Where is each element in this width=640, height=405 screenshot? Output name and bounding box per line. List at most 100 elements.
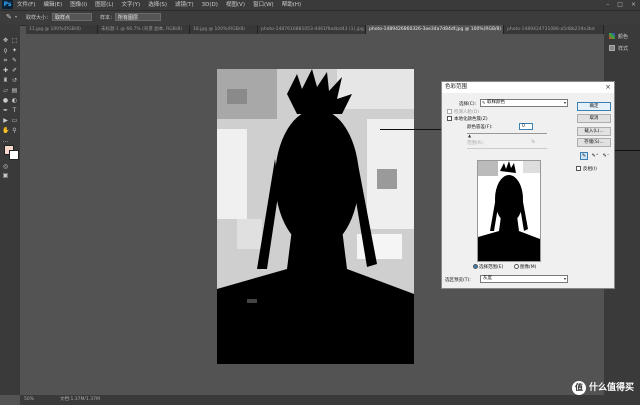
gradient-tool-icon[interactable]: ▤ (11, 87, 18, 94)
eyedropper-icon[interactable]: ✎ (11, 57, 18, 64)
fuzziness-input[interactable]: 0 (519, 123, 533, 130)
selection-radio[interactable] (473, 264, 478, 269)
move-tool-icon[interactable]: ✥ (2, 37, 9, 44)
zoom-level[interactable]: 50% (24, 395, 34, 405)
image-radio[interactable] (514, 264, 519, 269)
lasso-tool-icon[interactable]: ϙ (2, 47, 9, 54)
menu-file[interactable]: 文件(F) (17, 0, 35, 10)
ok-button[interactable]: 确定 (577, 102, 611, 111)
zoom-tool-icon[interactable]: ⚲ (11, 127, 18, 134)
tab-document-active[interactable]: photo-1489426860326-3ae34a7d84df.jpg @ 1… (366, 25, 504, 34)
eraser-tool-icon[interactable]: ▱ (2, 87, 9, 94)
styles-label[interactable]: 样式 (618, 45, 628, 52)
detect-faces-checkbox[interactable] (447, 109, 452, 114)
tab-document[interactable]: photo-1489424731086-a5d8b219a3bd (504, 25, 604, 34)
more-tools-icon[interactable]: … (2, 137, 9, 144)
silhouette-image (217, 69, 414, 364)
document-tab-bar: 11.jpg @ 100%(RGB/8) 未标题-1 @ 66.7% (背景 副… (26, 25, 604, 34)
tab-document[interactable]: 18.jpg @ 100%(RGB/8) (190, 25, 258, 34)
minimize-button[interactable]: – (606, 0, 609, 10)
range-label: 范围(R): (467, 141, 485, 146)
slider-handle-icon[interactable]: ▲ (468, 133, 471, 138)
selection-preview (477, 160, 541, 262)
screen-mode-icon[interactable]: ▣ (2, 172, 9, 179)
preview-mode-select[interactable]: 灰度 ▾ (480, 275, 568, 283)
select-dropdown[interactable]: ✎ 取样颜色 ▾ (480, 99, 568, 107)
localized-checkbox[interactable] (447, 116, 452, 121)
sample-layers-select[interactable]: 所有图层 (115, 13, 161, 21)
shape-tool-icon[interactable]: ▭ (11, 117, 18, 124)
blur-tool-icon[interactable]: ● (2, 97, 9, 104)
type-tool-icon[interactable]: T (11, 107, 18, 114)
menu-help[interactable]: 帮助(H) (282, 0, 301, 10)
sample-label: 样本： (100, 15, 116, 21)
path-select-icon[interactable]: ▶ (2, 117, 9, 124)
tab-document[interactable]: 11.jpg @ 100%(RGB/8) (26, 25, 98, 34)
range-unit: % (531, 140, 536, 145)
menu-select[interactable]: 选择(S) (148, 0, 167, 10)
eyedropper-plus-icon[interactable]: ✎⁺ (591, 152, 599, 160)
dodge-tool-icon[interactable]: ◐ (11, 97, 18, 104)
image-radio-label: 图像(M) (520, 265, 537, 270)
close-window-button[interactable]: × (631, 0, 636, 10)
canvas-image[interactable] (217, 69, 414, 364)
brush-tool-icon[interactable]: ✐ (11, 67, 18, 74)
fuzziness-label: 颜色容差(F): (467, 125, 493, 130)
fuzziness-slider-track[interactable] (467, 133, 547, 134)
options-bar: ✎ ▾ 取样大小： 取样点 样本： 所有图层 (0, 10, 640, 26)
pen-tool-icon[interactable]: ✒ (2, 107, 9, 114)
cancel-button[interactable]: 取消 (577, 114, 611, 123)
menu-window[interactable]: 窗口(W) (253, 0, 274, 10)
menu-view[interactable]: 视图(V) (226, 0, 245, 10)
preview-mode-value: 灰度 (483, 276, 492, 281)
menu-edit[interactable]: 编辑(E) (43, 0, 62, 10)
hand-tool-icon[interactable]: ✋ (2, 127, 9, 134)
range-slider-track[interactable] (467, 148, 547, 149)
selection-radio-label: 选择范围(E) (479, 265, 504, 270)
tab-document[interactable]: photo-1487616881053-4461f6a4bd43 (1).jpg (258, 25, 366, 34)
eyedropper-minus-icon[interactable]: ✎⁻ (602, 152, 610, 160)
crop-tool-icon[interactable]: ⌗ (2, 57, 9, 64)
menu-filter[interactable]: 滤镜(T) (175, 0, 194, 10)
swatches-label[interactable]: 颜色 (618, 33, 628, 40)
sample-size-select[interactable]: 取样点 (52, 13, 92, 21)
menu-list: 文件(F) 编辑(E) 图像(I) 图层(L) 文字(Y) 选择(S) 滤镜(T… (17, 0, 301, 10)
window-controls: – □ × (606, 0, 636, 10)
swatches-icon[interactable] (609, 33, 615, 39)
close-icon[interactable]: × (605, 82, 611, 93)
preview-mode-label: 选区预览(T): (445, 278, 471, 283)
detect-faces-label: 检测人脸(D) (454, 110, 479, 115)
menu-layer[interactable]: 图层(L) (95, 0, 113, 10)
invert-label: 反相(I) (583, 167, 597, 172)
magic-wand-icon[interactable]: ✦ (11, 47, 18, 54)
dialog-title: 色彩范围 (442, 82, 614, 93)
tools-panel: ✥ ⬚ ϙ ✦ ⌗ ✎ ✚ ✐ ♜ ↺ ▱ ▤ ● ◐ ✒ T ▶ ▭ ✋ ⚲ … (0, 25, 20, 395)
chevron-down-icon[interactable]: ▾ (15, 14, 17, 19)
maximize-button[interactable]: □ (617, 0, 623, 10)
watermark-text: 什么值得买 (588, 383, 634, 393)
stamp-tool-icon[interactable]: ♜ (2, 77, 9, 84)
styles-icon[interactable] (609, 45, 615, 51)
healing-brush-icon[interactable]: ✚ (2, 67, 9, 74)
eyedropper-tool-icon[interactable]: ✎ (6, 13, 12, 21)
menu-image[interactable]: 图像(I) (70, 0, 87, 10)
select-label: 选择(C): (459, 102, 477, 107)
document-size: 文档:1.37M/1.37M (60, 397, 100, 402)
menu-bar: Ps 文件(F) 编辑(E) 图像(I) 图层(L) 文字(Y) 选择(S) 滤… (0, 0, 640, 10)
history-brush-icon[interactable]: ↺ (11, 77, 18, 84)
preview-silhouette (478, 161, 540, 261)
quick-mask-icon[interactable]: ◎ (2, 163, 9, 170)
load-button[interactable]: 载入(L)... (577, 127, 611, 136)
chevron-down-icon: ▾ (563, 100, 566, 105)
eyedropper-icon[interactable]: ✎ (580, 152, 588, 160)
menu-type[interactable]: 文字(Y) (122, 0, 141, 10)
watermark: 值什么值得买 (571, 380, 634, 395)
menu-3d[interactable]: 3D(D) (202, 0, 218, 10)
marquee-tool-icon[interactable]: ⬚ (11, 37, 18, 44)
background-color-swatch[interactable] (9, 150, 19, 160)
chevron-down-icon: ▾ (563, 276, 566, 281)
watermark-logo: 值 (571, 380, 586, 395)
invert-checkbox[interactable] (576, 166, 581, 171)
save-button[interactable]: 存储(S)... (577, 138, 611, 147)
tab-document[interactable]: 未标题-1 @ 66.7% (背景 副本, RGB/8) (98, 25, 190, 34)
